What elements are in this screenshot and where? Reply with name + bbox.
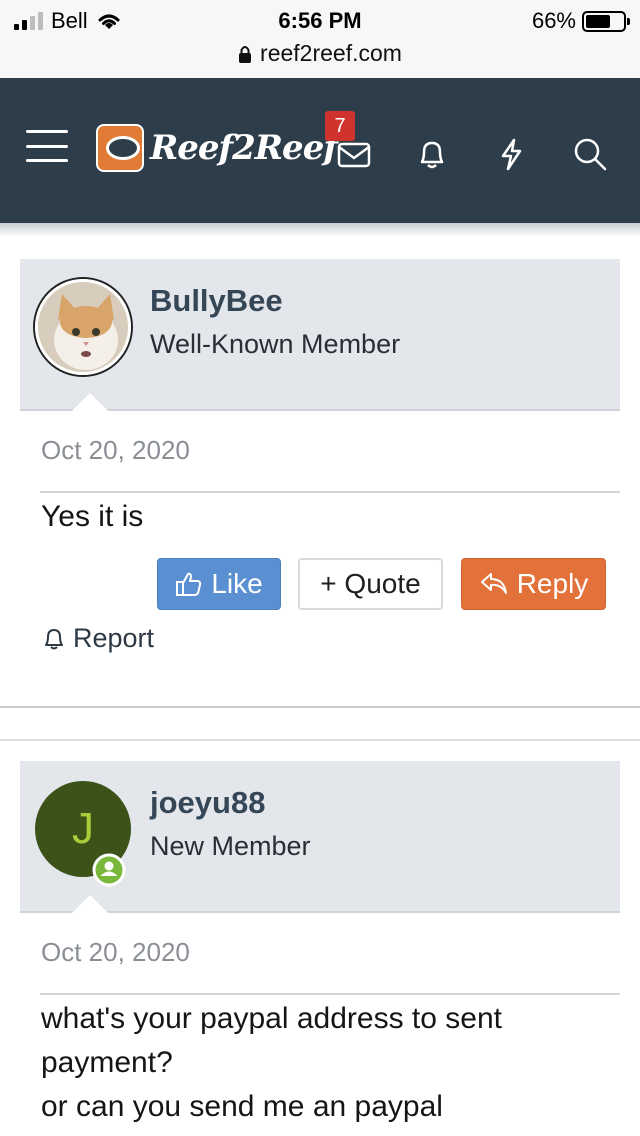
url-text: reef2reef.com [260, 40, 402, 66]
like-label: Like [211, 568, 263, 599]
address-bar[interactable]: reef2reef.com [0, 40, 640, 67]
site-header: Reef2Reef 7 [0, 78, 640, 223]
post-divider [40, 491, 620, 493]
online-status-icon [92, 853, 126, 887]
avatar[interactable] [35, 279, 131, 375]
post-body: what's your paypal address to sent payme… [41, 997, 611, 1129]
menu-icon[interactable] [26, 130, 68, 162]
post-date[interactable]: Oct 20, 2020 [41, 937, 190, 968]
status-bar: Bell 6:56 PM 66% [0, 0, 640, 40]
user-role: Well-Known Member [150, 329, 401, 359]
battery-icon [582, 10, 630, 32]
ios-top-bar: Bell 6:56 PM 66% reef2reef.com [0, 0, 640, 78]
header-shadow [0, 223, 640, 237]
post-body-line: what's your paypal address to sent [41, 1002, 502, 1035]
reply-button[interactable]: Reply [461, 558, 606, 610]
post-date[interactable]: Oct 20, 2020 [41, 435, 190, 466]
post-body-line: or can you send me an paypal [41, 1090, 443, 1123]
logo-text: Reef2Reef [150, 128, 338, 168]
avatar-letter: J [72, 804, 94, 853]
user-role: New Member [150, 831, 311, 861]
report-bell-icon [45, 628, 63, 649]
report-label: Report [73, 623, 155, 653]
mail-icon[interactable] [336, 136, 372, 172]
post-separator [0, 739, 640, 741]
quote-label: + Quote [320, 568, 421, 599]
reply-label: Reply [516, 568, 589, 599]
quote-button[interactable]: + Quote [298, 558, 443, 610]
thumbs-up-icon [176, 572, 202, 596]
post-joeyu88: J joeyu88 New Member Oct 20, 2020 what's… [20, 761, 620, 1136]
battery-percent: 66% [531, 8, 576, 33]
bell-icon[interactable] [414, 136, 450, 172]
battery-status: 66% [531, 8, 630, 34]
reply-arrow-icon [480, 573, 507, 594]
post-separator [0, 706, 640, 708]
post-body: Yes it is [41, 500, 144, 533]
post-divider [40, 993, 620, 995]
user-panel: BullyBee Well-Known Member [20, 259, 620, 411]
username[interactable]: BullyBee [150, 283, 283, 319]
lock-icon [239, 45, 252, 63]
post-bullybee: BullyBee Well-Known Member Oct 20, 2020 … [20, 259, 620, 679]
user-panel: J joeyu88 New Member [20, 761, 620, 913]
username[interactable]: joeyu88 [150, 785, 265, 821]
like-button[interactable]: Like [157, 558, 281, 610]
cat-avatar-image [38, 282, 128, 372]
post-body-line: payment? [41, 1046, 173, 1079]
panel-notch [72, 895, 108, 913]
bolt-icon[interactable] [493, 136, 529, 172]
report-link[interactable]: Report [41, 623, 154, 654]
site-logo[interactable]: Reef2Reef [96, 124, 338, 172]
panel-notch [72, 393, 108, 411]
search-icon[interactable] [572, 136, 608, 172]
logo-badge [96, 124, 144, 172]
